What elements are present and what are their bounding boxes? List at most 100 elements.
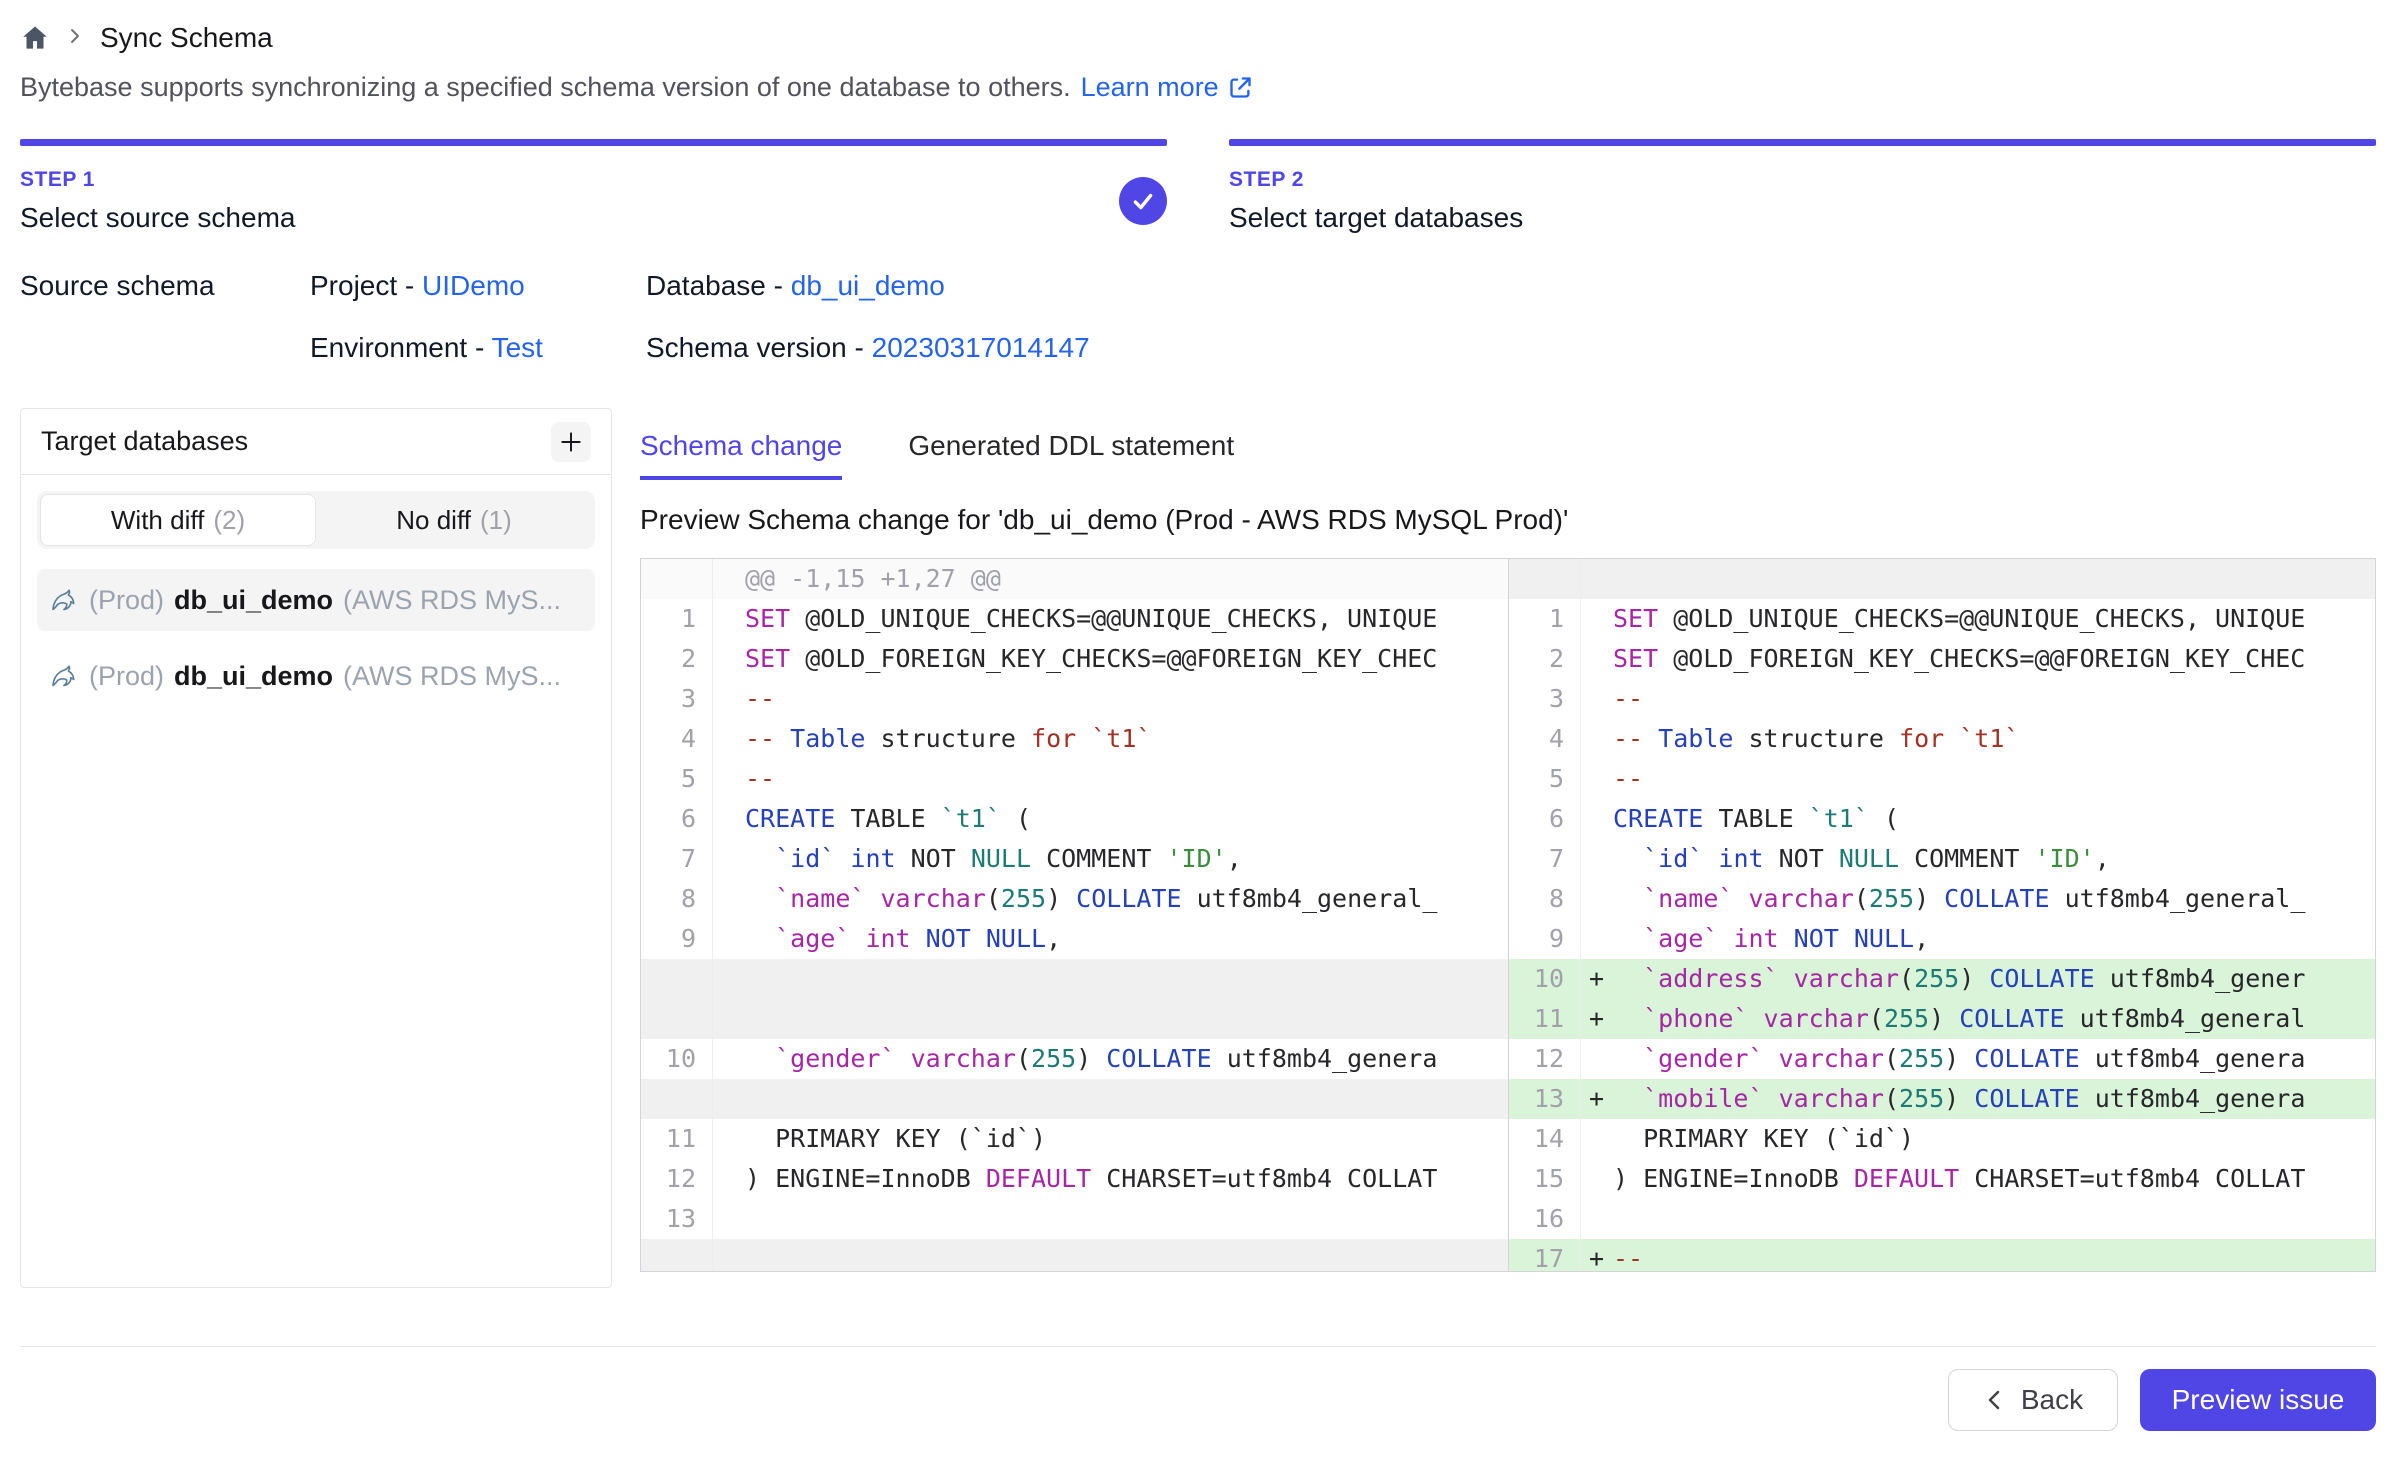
diff-sign: [1581, 759, 1613, 799]
project-link[interactable]: UIDemo: [422, 270, 525, 301]
diff-sign: [1581, 1039, 1613, 1079]
code-line: `age` int NOT NULL,: [1613, 919, 2375, 959]
diff-left-pane: @@ -1,15 +1,27 @@ 1 SET @OLD_UNIQUE_CHECKS…: [641, 559, 1508, 1271]
schema-version-link[interactable]: 20230317014147: [872, 332, 1090, 363]
diff-filter-tab-with-diff[interactable]: With diff(2): [40, 494, 316, 546]
code-line: ) ENGINE=InnoDB DEFAULT CHARSET=utf8mb4 …: [745, 1159, 1508, 1199]
line-number: [641, 1239, 713, 1271]
step-2-label: STEP 2: [1229, 168, 1523, 192]
code-line: `gender` varchar(255) COLLATE utf8mb4_ge…: [1613, 1039, 2375, 1079]
diff-sign: [713, 919, 745, 959]
tab-schema-change[interactable]: Schema change: [640, 430, 842, 480]
diff-code-row: 13: [641, 1199, 1508, 1239]
line-number: 3: [1509, 679, 1581, 719]
line-number: 3: [641, 679, 713, 719]
line-number: 9: [641, 919, 713, 959]
line-number: 15: [1509, 1159, 1581, 1199]
code-line: `name` varchar(255) COLLATE utf8mb4_gene…: [745, 879, 1508, 919]
diff-sign: [713, 839, 745, 879]
diff-sign: [1581, 799, 1613, 839]
code-line: [1613, 559, 2375, 599]
target-database-item[interactable]: (Prod)db_ui_demo(AWS RDS MyS...: [37, 569, 595, 631]
line-number: 7: [641, 839, 713, 879]
code-line: CREATE TABLE `t1` (: [1613, 799, 2375, 839]
code-line: ) ENGINE=InnoDB DEFAULT CHARSET=utf8mb4 …: [1613, 1159, 2375, 1199]
diff-sign: [713, 959, 745, 999]
home-icon[interactable]: [20, 23, 50, 53]
db-name: db_ui_demo: [174, 661, 333, 692]
target-database-item[interactable]: (Prod)db_ui_demo(AWS RDS MyS...: [37, 645, 595, 707]
diff-code-row: 15 ) ENGINE=InnoDB DEFAULT CHARSET=utf8mb…: [1509, 1159, 2375, 1199]
step-2-title: Select target databases: [1229, 202, 1523, 234]
line-number: 6: [641, 799, 713, 839]
footer-actions: Back Preview issue: [20, 1347, 2376, 1431]
diff-code-row: 5 --: [1509, 759, 2375, 799]
diff-filler-row: [1509, 559, 2375, 599]
line-number: [641, 999, 713, 1039]
diff-sign: +: [1581, 1239, 1613, 1271]
line-number: 5: [1509, 759, 1581, 799]
tab-generated-ddl-statement[interactable]: Generated DDL statement: [908, 430, 1234, 480]
source-environment-field: Environment - Test: [310, 332, 646, 364]
preview-title: Preview Schema change for 'db_ui_demo (P…: [640, 504, 2376, 536]
diff-sign: [713, 1079, 745, 1119]
page-description: Bytebase supports synchronizing a specif…: [20, 72, 2376, 103]
line-number: 1: [641, 599, 713, 639]
diff-filler-row: [641, 999, 1508, 1039]
line-number: 6: [1509, 799, 1581, 839]
diff-sign: [1581, 639, 1613, 679]
diff-filter-tabs: With diff(2)No diff(1): [37, 491, 595, 549]
source-schema-label: Source schema: [20, 270, 310, 364]
preview-issue-button[interactable]: Preview issue: [2140, 1369, 2376, 1431]
page-title: Sync Schema: [100, 22, 273, 54]
diff-code-row: 16: [1509, 1199, 2375, 1239]
code-line: [745, 1239, 1508, 1271]
code-line: -- Table structure for `t1`: [745, 719, 1508, 759]
breadcrumb-chevron-icon: [66, 27, 84, 50]
description-text: Bytebase supports synchronizing a specif…: [20, 72, 1071, 103]
diff-code-row: 4-- Table structure for `t1`: [1509, 719, 2375, 759]
step-1-progress-bar: [20, 139, 1167, 146]
line-number: 10: [1509, 959, 1581, 999]
code-line: @@ -1,15 +1,27 @@: [745, 559, 1508, 599]
step-1: STEP 1 Select source schema: [20, 139, 1167, 234]
code-line: SET @OLD_UNIQUE_CHECKS=@@UNIQUE_CHECKS, …: [745, 599, 1508, 639]
line-number: 4: [641, 719, 713, 759]
database-link[interactable]: db_ui_demo: [791, 270, 945, 301]
code-line: PRIMARY KEY (`id`): [745, 1119, 1508, 1159]
code-line: --: [1613, 759, 2375, 799]
environment-link[interactable]: Test: [492, 332, 543, 363]
diff-code-row: 3--: [1509, 679, 2375, 719]
mysql-dolphin-icon: [49, 661, 79, 691]
source-project-field: Project - UIDemo: [310, 270, 646, 302]
back-button[interactable]: Back: [1948, 1369, 2118, 1431]
diff-code-row: 17+--: [1509, 1239, 2375, 1271]
diff-filler-row: [641, 1239, 1508, 1271]
diff-code-row: 1SET @OLD_UNIQUE_CHECKS=@@UNIQUE_CHECKS,…: [1509, 599, 2375, 639]
content-tabs: Schema change Generated DDL statement: [640, 430, 2376, 480]
sync-schema-page: Sync Schema Bytebase supports synchroniz…: [0, 0, 2396, 1431]
line-number: 9: [1509, 919, 1581, 959]
diff-code-row: 10 `gender` varchar(255) COLLATE utf8mb4…: [641, 1039, 1508, 1079]
chevron-left-icon: [1983, 1388, 2007, 1412]
line-number: 12: [641, 1159, 713, 1199]
line-number: 11: [1509, 999, 1581, 1039]
diff-sign: [713, 1199, 745, 1239]
code-line: [745, 959, 1508, 999]
code-line: PRIMARY KEY (`id`): [1613, 1119, 2375, 1159]
add-target-database-button[interactable]: [551, 422, 591, 462]
db-name: db_ui_demo: [174, 585, 333, 616]
learn-more-link[interactable]: Learn more: [1081, 72, 1254, 103]
diff-sign: [713, 1159, 745, 1199]
diff-filter-tab-no-diff[interactable]: No diff(1): [316, 494, 592, 546]
db-instance: (AWS RDS MyS...: [343, 585, 583, 616]
diff-filler-row: [641, 1079, 1508, 1119]
diff-sign: [713, 719, 745, 759]
diff-code-row: 1 SET @OLD_UNIQUE_CHECKS=@@UNIQUE_CHECKS,…: [641, 599, 1508, 639]
code-line: CREATE TABLE `t1` (: [745, 799, 1508, 839]
diff-sign: [1581, 599, 1613, 639]
diff-sign: [713, 999, 745, 1039]
code-line: SET @OLD_FOREIGN_KEY_CHECKS=@@FOREIGN_KE…: [1613, 639, 2375, 679]
diff-sign: [713, 679, 745, 719]
diff-code-row: 3--: [641, 679, 1508, 719]
